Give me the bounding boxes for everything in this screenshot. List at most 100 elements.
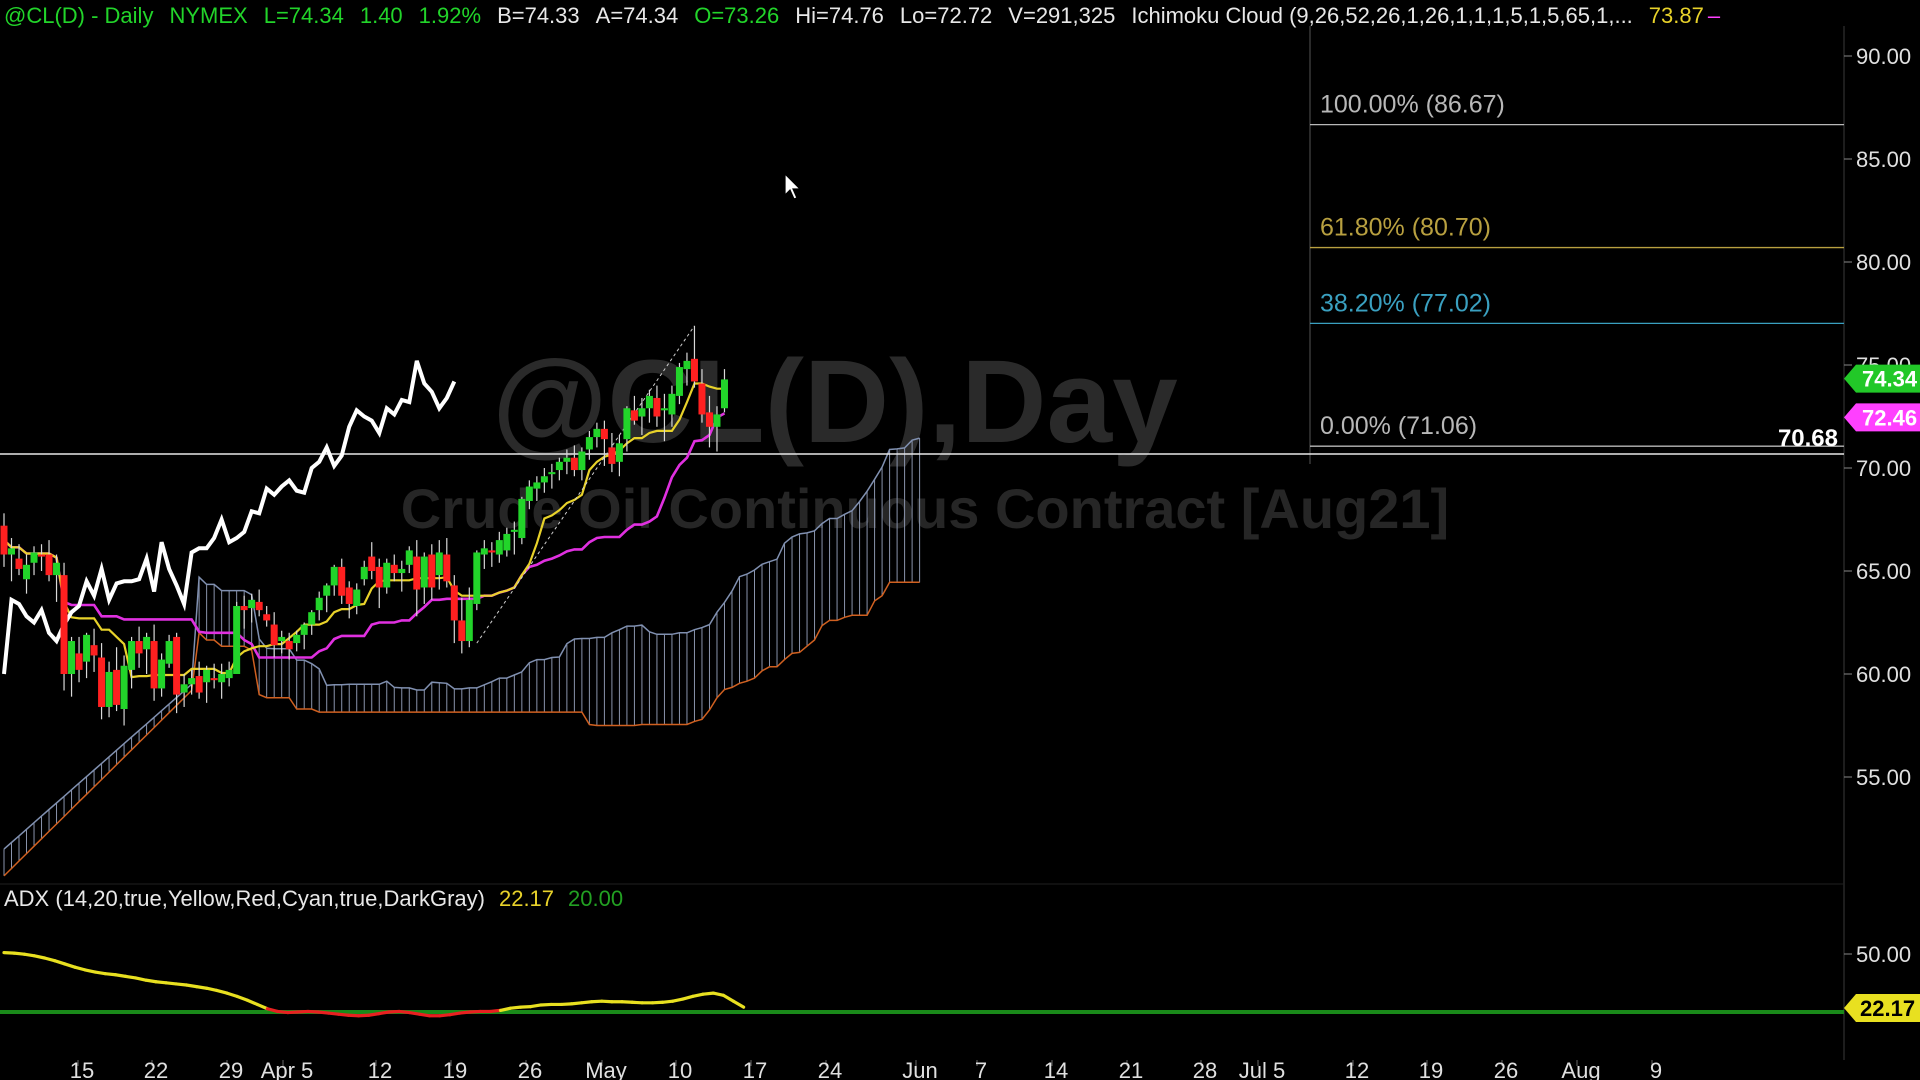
candle-body	[158, 659, 166, 689]
candle-body	[0, 525, 8, 555]
candle-body	[180, 684, 188, 693]
study-dash: –	[1707, 3, 1721, 28]
time-tick-label: 14	[1044, 1058, 1068, 1080]
candle-body	[278, 636, 286, 642]
ask-price: A=74.34	[595, 3, 679, 28]
candle-body	[450, 585, 458, 621]
candle-body	[548, 472, 556, 475]
price-chart[interactable]: @CL(D),Day Crude Oil Continuous Contract…	[0, 0, 1920, 1080]
time-tick-label: 10	[668, 1058, 692, 1080]
time-tick-label: 21	[1119, 1058, 1143, 1080]
candle-body	[480, 548, 488, 555]
last-price: L=74.34	[263, 3, 344, 28]
net-change: 1.40	[359, 3, 403, 28]
time-tick-label: 9	[1650, 1058, 1662, 1080]
adx-header: ADX (14,20,true,Yellow,Red,Cyan,true,Dar…	[4, 886, 637, 912]
price-tick-label: 70.00	[1856, 456, 1911, 481]
candle-body	[540, 476, 548, 483]
candle-body	[675, 367, 683, 396]
candle-body	[23, 564, 31, 580]
candle-body	[660, 408, 668, 411]
time-tick-label: 26	[518, 1058, 542, 1080]
candle-body	[195, 676, 203, 693]
candle-body	[488, 550, 496, 553]
candle-body	[68, 641, 76, 674]
time-tick-label: 7	[975, 1058, 987, 1080]
candle-body	[698, 383, 706, 415]
adx-threshold: 20.00	[568, 886, 624, 911]
price-badge-label-0: 74.34	[1862, 367, 1918, 392]
candle-body	[203, 669, 211, 683]
candle-body	[113, 669, 121, 705]
candle-body	[330, 566, 338, 586]
hline-label: 70.68	[1778, 425, 1838, 452]
candle-body	[465, 599, 473, 642]
candle-body	[248, 599, 256, 609]
exchange-label: NYMEX	[169, 3, 248, 28]
pct-change: 1.92%	[418, 3, 482, 28]
price-tick-label: 80.00	[1856, 250, 1911, 275]
fib-label-3: 0.00% (71.06)	[1320, 412, 1477, 440]
volume: V=291,325	[1008, 3, 1116, 28]
fib-label-2: 38.20% (77.02)	[1320, 289, 1491, 317]
adx-label[interactable]: ADX (14,20,true,Yellow,Red,Cyan,true,Dar…	[4, 886, 485, 911]
price-tick-label: 60.00	[1856, 662, 1911, 687]
candle-body	[165, 641, 173, 664]
candle-body	[375, 566, 383, 588]
time-tick-label: Apr 5	[261, 1058, 314, 1080]
fib-label-1: 61.80% (80.70)	[1320, 214, 1491, 242]
candle-body	[8, 548, 16, 555]
candle-body	[53, 562, 61, 576]
candle-body	[653, 397, 661, 417]
time-tick-label: 19	[1419, 1058, 1443, 1080]
candle-body	[518, 498, 526, 539]
candle-body	[435, 552, 443, 576]
watermark-symbol: @CL(D),Day	[492, 336, 1177, 468]
candle-body	[683, 360, 691, 370]
candle-body	[390, 564, 398, 574]
mouse-cursor-icon	[784, 173, 802, 200]
adx-badge-label: 22.17	[1860, 996, 1915, 1021]
candle-body	[368, 556, 376, 571]
candle-body	[623, 408, 631, 440]
study-label[interactable]: Ichimoku Cloud (9,26,52,26,1,26,1,1,1,5,…	[1131, 3, 1632, 28]
time-tick-label: 19	[443, 1058, 467, 1080]
time-tick-label: 28	[1193, 1058, 1217, 1080]
candle-body	[420, 556, 428, 588]
candle-body	[525, 486, 533, 501]
candle-body	[345, 587, 353, 604]
candle-body	[360, 566, 368, 580]
candle-body	[98, 657, 106, 707]
time-tick-label: 22	[144, 1058, 168, 1080]
candle-body	[338, 566, 346, 596]
candle-body	[473, 552, 481, 604]
adx-value: 22.17	[498, 886, 555, 911]
candle-body	[255, 601, 263, 611]
low-price: Lo=72.72	[899, 3, 993, 28]
candle-body	[135, 641, 143, 654]
adx-tick-label: 50.00	[1856, 942, 1911, 967]
time-tick-label: Jun	[902, 1058, 937, 1080]
time-tick-label: 24	[818, 1058, 842, 1080]
candle-body	[90, 645, 98, 656]
candle-body	[315, 597, 323, 611]
candle-body	[645, 395, 653, 409]
candle-body	[608, 447, 616, 464]
candle-body	[615, 443, 623, 462]
candle-body	[30, 552, 38, 563]
price-tick-label: 65.00	[1856, 559, 1911, 584]
candle-body	[428, 554, 436, 588]
candle-body	[233, 606, 241, 674]
candle-body	[443, 554, 451, 582]
candle-body	[353, 589, 361, 607]
candle-body	[495, 540, 503, 555]
candle-body	[398, 568, 406, 574]
candle-body	[60, 575, 68, 674]
candle-body	[720, 379, 728, 409]
symbol-label[interactable]: @CL(D) - Daily	[4, 3, 153, 28]
candle-body	[120, 665, 128, 710]
candle-body	[690, 358, 698, 382]
candle-body	[270, 624, 278, 646]
candle-body	[630, 410, 638, 421]
time-tick-label: 17	[743, 1058, 767, 1080]
